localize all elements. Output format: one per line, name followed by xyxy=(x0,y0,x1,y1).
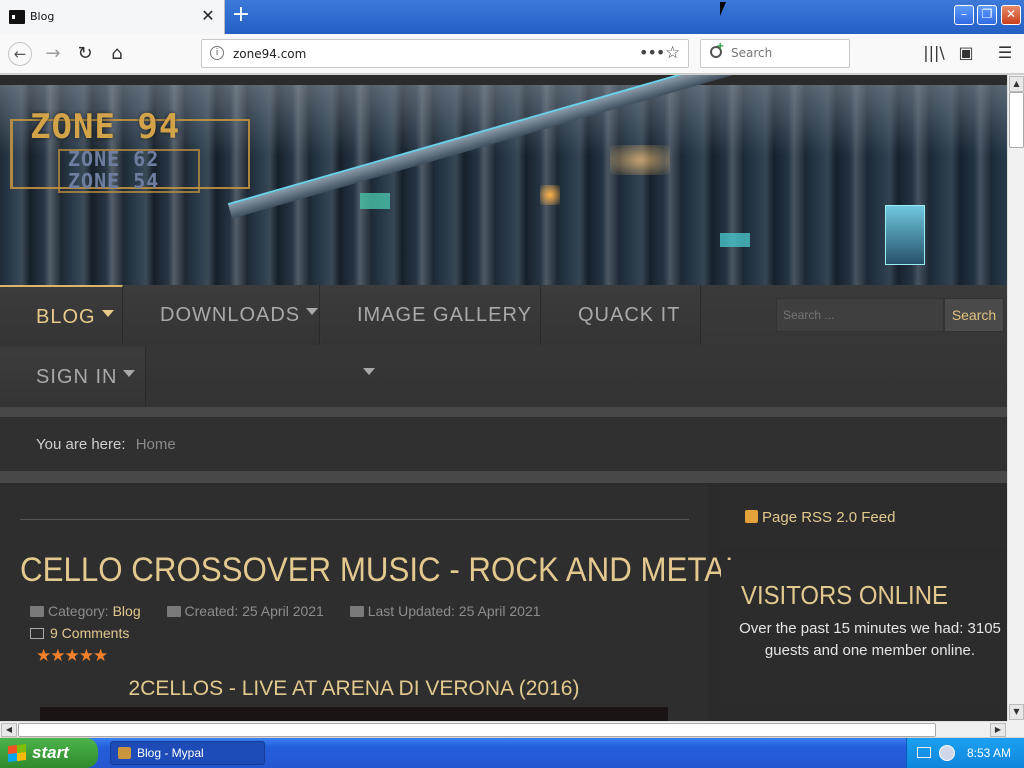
scroll-right-icon[interactable]: ▶ xyxy=(990,723,1006,737)
category-link[interactable]: Blog xyxy=(113,603,141,619)
article-title[interactable]: CELLO CROSSOVER MUSIC - ROCK AND METAL xyxy=(20,551,742,590)
reload-button[interactable]: ↻ xyxy=(73,42,97,66)
visitors-title: VISITORS ONLINE xyxy=(741,580,948,610)
close-window-button[interactable]: ✕ xyxy=(1001,5,1021,25)
article: CELLO CROSSOVER MUSIC - ROCK AND METAL C… xyxy=(0,485,742,721)
site-info-icon[interactable]: i xyxy=(210,46,224,60)
header-banner: ZONE 94 ZONE 62 ZONE 54 xyxy=(0,75,1007,285)
vertical-scrollbar[interactable]: ▲ ▼ xyxy=(1007,75,1024,721)
start-button[interactable]: start xyxy=(0,738,98,768)
video-embed[interactable] xyxy=(40,707,668,721)
rss-icon xyxy=(745,510,758,523)
volume-icon[interactable] xyxy=(939,745,955,761)
taskbar-item-blog[interactable]: Blog - Mypal xyxy=(110,741,265,765)
hamburger-menu-icon[interactable]: ☰ xyxy=(994,42,1016,64)
forward-button[interactable]: → xyxy=(41,42,65,66)
breadcrumb: You are here: Home xyxy=(0,417,1007,471)
logo-sub-1: ZONE 62 xyxy=(68,147,160,171)
rss-module: Page RSS 2.0 Feed xyxy=(721,485,1007,548)
created-date: Created: 25 April 2021 xyxy=(184,603,324,619)
library-icon[interactable]: |||\ xyxy=(923,42,945,64)
caret-down-icon xyxy=(306,308,319,315)
mouse-cursor-icon xyxy=(720,2,726,16)
rss-feed-link[interactable]: Page RSS 2.0 Feed xyxy=(745,509,895,526)
video-title: 2CELLOS - LIVE AT ARENA DI VERONA (2016) xyxy=(128,677,580,700)
maximize-button[interactable]: ❐ xyxy=(977,5,997,25)
updated-date: Last Updated: 25 April 2021 xyxy=(367,603,541,619)
minimize-button[interactable]: – xyxy=(954,5,974,25)
screen: Blog ✕ + – ❐ ✕ ← → ↻ ⌂ i zone94.com ••• … xyxy=(0,0,1024,768)
menu-item-downloads[interactable]: DOWNLOADS xyxy=(124,285,320,345)
mypal-icon xyxy=(118,747,131,759)
back-button[interactable]: ← xyxy=(8,42,32,66)
vertical-scroll-thumb[interactable] xyxy=(1009,92,1024,148)
category-label: Category: xyxy=(48,603,109,619)
new-tab-button[interactable]: + xyxy=(230,4,252,28)
browser-toolbar: ← → ↻ ⌂ i zone94.com ••• ☆ |||\ ▣ ☰ xyxy=(0,34,1024,74)
page-actions-icon[interactable]: ••• xyxy=(639,43,665,62)
caret-down-icon xyxy=(101,310,114,317)
calendar-icon xyxy=(349,606,364,617)
billboard-graphic xyxy=(885,205,925,265)
logo-main: ZONE 94 xyxy=(30,107,181,147)
site-logo[interactable]: ZONE 94 ZONE 62 ZONE 54 xyxy=(10,107,250,197)
visitors-text: Over the past 15 minutes we had: 3105 gu… xyxy=(739,620,1001,659)
menu-item-quack-it[interactable]: QUACK IT xyxy=(542,285,701,345)
taskbar: start Blog - Mypal 8:53 AM xyxy=(0,738,1024,768)
tab-close-icon[interactable]: ✕ xyxy=(199,7,217,25)
comment-icon xyxy=(30,628,44,639)
web-page: ZONE 94 ZONE 62 ZONE 54 BLOG DOWNLOADS I… xyxy=(0,75,1007,721)
tab-title: Blog xyxy=(30,10,55,23)
calendar-icon xyxy=(166,606,181,617)
favicon-icon xyxy=(9,10,25,24)
search-engine-icon xyxy=(710,41,724,58)
bookmark-star-icon[interactable]: ☆ xyxy=(665,43,680,63)
horizontal-scrollbar[interactable]: ◀ ▶ xyxy=(0,721,1007,737)
home-button[interactable]: ⌂ xyxy=(105,42,129,66)
browser-search-box[interactable] xyxy=(700,39,850,68)
system-tray: 8:53 AM xyxy=(906,738,1024,768)
menu-item-image-gallery[interactable]: IMAGE GALLERY xyxy=(321,285,541,375)
clock[interactable]: 8:53 AM xyxy=(967,746,1011,760)
url-text[interactable]: zone94.com xyxy=(233,47,306,61)
horizontal-scroll-thumb[interactable] xyxy=(18,723,936,737)
menu-item-sign-in[interactable]: SIGN IN xyxy=(0,347,146,407)
menu-item-blog[interactable]: BLOG xyxy=(0,285,123,345)
comments-link[interactable]: 9 Comments xyxy=(30,625,129,641)
caret-down-icon xyxy=(123,370,136,377)
logo-sub-2: ZONE 54 xyxy=(68,169,160,193)
visitors-module: VISITORS ONLINE Over the past 15 minutes… xyxy=(721,560,1007,702)
tab-strip: Blog ✕ + – ❐ ✕ xyxy=(0,0,1024,34)
browser-search-input[interactable] xyxy=(731,46,841,60)
breadcrumb-home-link[interactable]: Home xyxy=(136,436,176,453)
site-search-button[interactable]: Search xyxy=(944,298,1004,332)
url-bar[interactable]: i zone94.com ••• ☆ xyxy=(201,39,689,68)
site-search-input[interactable] xyxy=(776,298,944,332)
site-search: Search xyxy=(776,298,1004,332)
caret-down-icon xyxy=(363,368,375,375)
scroll-left-icon[interactable]: ◀ xyxy=(1,723,17,737)
article-meta: Category: Blog Created: 25 April 2021 La… xyxy=(30,603,541,619)
rating-stars[interactable]: ★★★★★ xyxy=(36,646,108,666)
keyboard-icon[interactable] xyxy=(917,747,931,758)
breadcrumb-prefix: You are here: xyxy=(36,436,126,453)
scroll-down-icon[interactable]: ▼ xyxy=(1009,704,1024,720)
scroll-up-icon[interactable]: ▲ xyxy=(1009,76,1024,92)
sidebar-toggle-icon[interactable]: ▣ xyxy=(955,42,977,64)
folder-icon xyxy=(30,606,44,617)
main-menu: BLOG DOWNLOADS IMAGE GALLERY QUACK IT SI… xyxy=(0,285,1007,407)
windows-flag-icon xyxy=(8,744,26,762)
tab-blog[interactable]: Blog ✕ xyxy=(0,0,225,34)
